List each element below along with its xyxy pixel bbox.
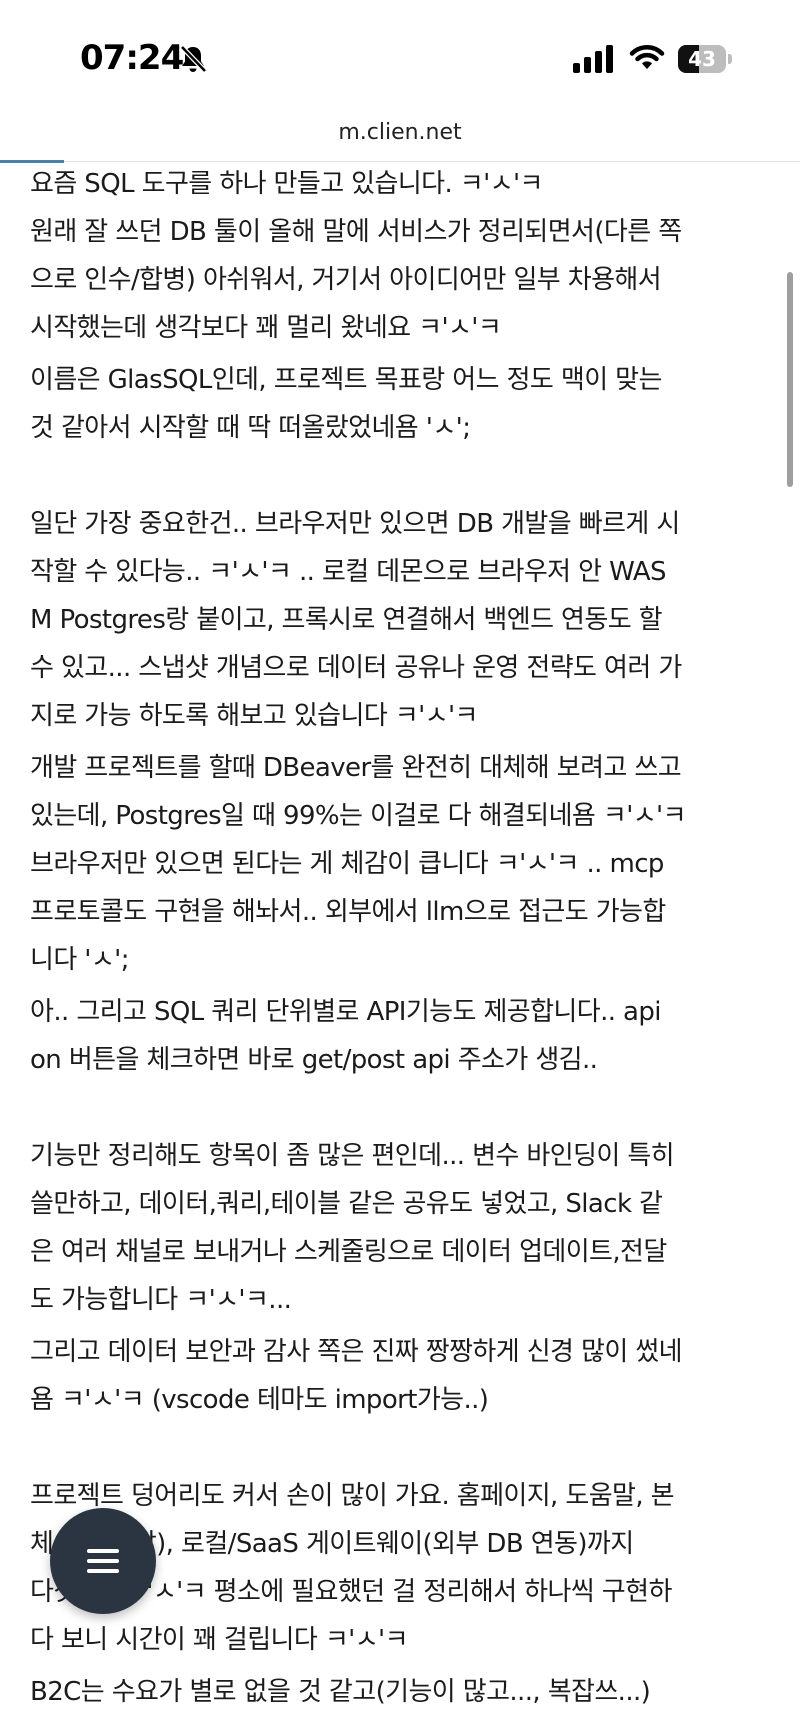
article-paragraph: 그리고 데이터 보안과 감사 쪽은 진짜 짱짱하게 신경 많이 썼네욤 ㅋ'ㅅ'…	[30, 1328, 780, 1424]
paragraph-line: 아.. 그리고 SQL 쿼리 단위별로 API기능도 제공합니다.. api	[30, 997, 662, 1027]
paragraph-line: 개발 프로젝트를 할때 DBeaver를 완전히 대체해 보려고 쓰고	[30, 753, 682, 783]
wifi-icon	[629, 45, 665, 69]
paragraph-line: 시작했는데 생각보다 꽤 멀리 왔네요 ㅋ'ㅅ'ㅋ	[30, 313, 502, 343]
paragraph-line: 니다 'ㅅ';	[30, 945, 129, 975]
paragraph-line: 있는데, Postgres일 때 99%는 이걸로 다 해결되네욤 ㅋ'ㅅ'ㅋ	[30, 801, 687, 831]
paragraph-line: 그리고 데이터 보안과 감사 쪽은 진짜 짱짱하게 신경 많이 썼네	[30, 1337, 683, 1367]
paragraph-line: 요즘 SQL 도구를 하나 만들고 있습니다. ㅋ'ㅅ'ㅋ	[30, 169, 543, 199]
menu-icon-bar	[87, 1569, 119, 1573]
paragraph-line: 원래 잘 쓰던 DB 툴이 올해 말에 서비스가 정리되면서(다른 쪽	[30, 217, 682, 247]
paragraph-line: B2C는 수요가 별로 없을 것 같고(기능이 많고..., 복잡쓰...)	[30, 1677, 651, 1707]
article-paragraph: 이름은 GlasSQL인데, 프로젝트 목표랑 어느 정도 맥이 맞는것 같아서…	[30, 356, 780, 452]
article-paragraph: 요즘 SQL 도구를 하나 만들고 있습니다. ㅋ'ㅅ'ㅋ 원래 잘 쓰던 DB …	[30, 160, 780, 352]
paragraph-line: M Postgres랑 붙이고, 프록시로 연결해서 백엔드 연동도 할	[30, 605, 663, 635]
article-paragraph: B2C는 수요가 별로 없을 것 같고(기능이 많고..., 복잡쓰...)	[30, 1668, 780, 1716]
paragraph-line: 으로 인수/합병) 아쉬워서, 거기서 아이디어만 일부 차용해서	[30, 265, 662, 295]
status-time: 07:24	[80, 38, 184, 78]
paragraph-line: 작할 수 있다능.. ㅋ'ㅅ'ㅋ .. 로컬 데몬으로 브라우저 안 WAS	[30, 557, 667, 587]
paragraph-line: 프로젝트 덩어리도 커서 손이 많이 가요. 홈페이지, 도움말, 본	[30, 1481, 675, 1511]
battery-level: 43	[688, 47, 716, 71]
paragraph-line: 지로 가능 하도록 해보고 있습니다 ㅋ'ㅅ'ㅋ	[30, 701, 478, 731]
menu-button[interactable]	[50, 1508, 156, 1614]
paragraph-line: on 버튼을 체크하면 바로 get/post api 주소가 생김..	[30, 1045, 598, 1075]
paragraph-line: 은 여러 채널로 보내거나 스케줄링으로 데이터 업데이트,전달	[30, 1237, 667, 1267]
article-paragraph: 아.. 그리고 SQL 쿼리 단위별로 API기능도 제공합니다.. api on…	[30, 988, 780, 1084]
paragraph-line: 욤 ㅋ'ㅅ'ㅋ (vscode 테마도 import가능..)	[30, 1385, 489, 1415]
paragraph-line: 일단 가장 중요한건.. 브라우저만 있으면 DB 개발을 빠르게 시	[30, 509, 680, 539]
paragraph-line: 수 있고... 스냅샷 개념으로 데이터 공유나 운영 전략도 여러 가	[30, 653, 682, 683]
paragraph-line: 기능만 정리해도 항목이 좀 많은 편인데... 변수 바인딩이 특히	[30, 1141, 675, 1171]
menu-icon-bar	[87, 1559, 119, 1563]
scrollbar[interactable]	[787, 272, 793, 487]
url-bar[interactable]: m.clien.net	[0, 108, 800, 160]
battery-tip	[728, 54, 732, 64]
bell-slash-icon	[180, 45, 207, 73]
article-body: 요즘 SQL 도구를 하나 만들고 있습니다. ㅋ'ㅅ'ㅋ 원래 잘 쓰던 DB …	[30, 160, 780, 1716]
article-paragraph: 일단 가장 중요한건.. 브라우저만 있으면 DB 개발을 빠르게 시작할 수 …	[30, 500, 780, 740]
article-paragraph: 기능만 정리해도 항목이 좀 많은 편인데... 변수 바인딩이 특히쓸만하고,…	[30, 1132, 780, 1324]
paragraph-line: 도 가능합니다 ㅋ'ㅅ'ㅋ...	[30, 1285, 292, 1315]
cellular-signal-icon	[573, 45, 613, 73]
article-paragraph: 개발 프로젝트를 할때 DBeaver를 완전히 대체해 보려고 쓰고있는데, …	[30, 744, 780, 984]
battery-icon: 43	[678, 45, 732, 73]
paragraph-line: 프로토콜도 구현을 해놔서.. 외부에서 llm으로 접근도 가능합	[30, 897, 666, 927]
status-bar: 07:24 43	[0, 0, 800, 105]
menu-icon	[87, 1549, 119, 1553]
paragraph-line: 것 같아서 시작할 때 딱 떠올랐었네욤 'ㅅ';	[30, 413, 471, 443]
paragraph-line: 브라우저만 있으면 된다는 게 체감이 큽니다 ㅋ'ㅅ'ㅋ .. mcp	[30, 849, 664, 879]
battery-body: 43	[678, 45, 726, 73]
paragraph-line: 쓸만하고, 데이터,쿼리,테이블 같은 공유도 넣었고, Slack 같	[30, 1189, 663, 1219]
paragraph-line: 다 보니 시간이 꽤 걸립니다 ㅋ'ㅅ'ㅋ	[30, 1625, 409, 1655]
paragraph-line: 이름은 GlasSQL인데, 프로젝트 목표랑 어느 정도 맥이 맞는	[30, 365, 662, 395]
